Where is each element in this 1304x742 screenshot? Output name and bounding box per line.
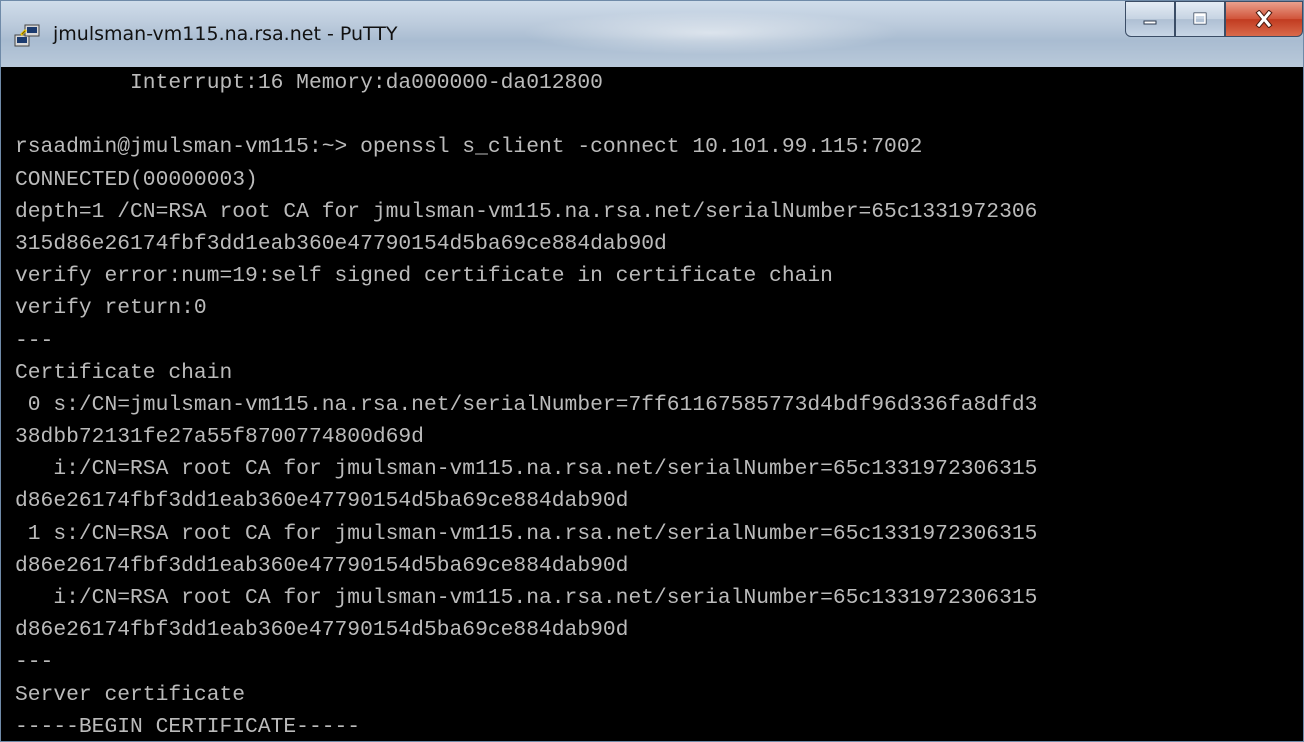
terminal-output[interactable]: Interrupt:16 Memory:da000000-da012800 rs…: [7, 67, 1299, 741]
window-controls: [1125, 1, 1303, 45]
close-icon: [1255, 10, 1273, 28]
terminal-line: ---: [15, 328, 54, 353]
terminal-line: i:/CN=RSA root CA for jmulsman-vm115.na.…: [15, 586, 1038, 610]
terminal-line: 315d86e26174fbf3dd1eab360e47790154d5ba69…: [15, 231, 667, 256]
close-button[interactable]: [1225, 1, 1303, 37]
terminal-line: verify error:num=19:self signed certific…: [15, 264, 833, 289]
terminal-line: d86e26174fbf3dd1eab360e47790154d5ba69ce8…: [15, 489, 629, 514]
title-bar[interactable]: jmulsman-vm115.na.rsa.net - PuTTY: [1, 1, 1303, 67]
title-bar-glow: [521, 11, 901, 55]
minimize-button[interactable]: [1125, 1, 1175, 37]
terminal-line: 1 s:/CN=RSA root CA for jmulsman-vm115.n…: [15, 521, 1038, 546]
terminal-line: i:/CN=RSA root CA for jmulsman-vm115.na.…: [15, 457, 1038, 482]
terminal-line: d86e26174fbf3dd1eab360e47790154d5ba69ce8…: [15, 553, 629, 578]
minimize-icon: [1143, 20, 1157, 25]
terminal-line: Certificate chain: [15, 360, 233, 385]
terminal-line: depth=1 /CN=RSA root CA for jmulsman-vm1…: [15, 199, 1038, 224]
maximize-icon: [1193, 12, 1207, 25]
terminal-line: verify return:0: [15, 296, 207, 321]
putty-icon[interactable]: [13, 23, 41, 49]
terminal-line: Server certificate: [15, 682, 246, 707]
terminal-line: -----BEGIN CERTIFICATE-----: [15, 714, 361, 739]
terminal-line: 0 s:/CN=jmulsman-vm115.na.rsa.net/serial…: [15, 392, 1038, 417]
terminal-line: Interrupt:16 Memory:da000000-da012800: [15, 71, 603, 95]
terminal-line: rsaadmin@jmulsman-vm115:~> openssl s_cli…: [15, 135, 923, 160]
terminal-line: ---: [15, 650, 54, 675]
terminal-line: d86e26174fbf3dd1eab360e47790154d5ba69ce8…: [15, 618, 629, 643]
maximize-button[interactable]: [1175, 1, 1225, 37]
window-title: jmulsman-vm115.na.rsa.net - PuTTY: [53, 23, 398, 45]
terminal-line: CONNECTED(00000003): [15, 167, 258, 192]
putty-window: jmulsman-vm115.na.rsa.net - PuTTY Interr…: [0, 0, 1304, 742]
terminal-line: 38dbb72131fe27a55f8700774800d69d: [15, 425, 424, 450]
